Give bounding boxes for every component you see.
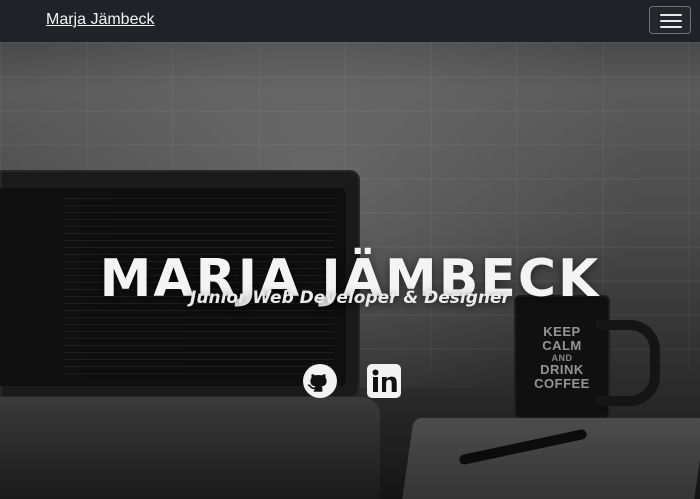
top-navbar: Marja Jämbeck (0, 0, 700, 42)
hamburger-bar (660, 20, 682, 22)
github-icon (303, 364, 337, 398)
hamburger-bar (660, 26, 682, 28)
linkedin-link[interactable] (364, 361, 404, 401)
laptop-base (0, 397, 380, 499)
menu-toggle-button[interactable] (649, 6, 691, 34)
linkedin-icon (367, 364, 401, 398)
hero-subtitle: Junior Web Developer & Designer (190, 288, 510, 308)
hamburger-bar (660, 14, 682, 16)
social-links (0, 361, 700, 401)
hamburger-menu-icon (660, 14, 682, 28)
brand-link[interactable]: Marja Jämbeck (46, 11, 154, 29)
notebook (402, 418, 700, 499)
github-link[interactable] (300, 361, 340, 401)
